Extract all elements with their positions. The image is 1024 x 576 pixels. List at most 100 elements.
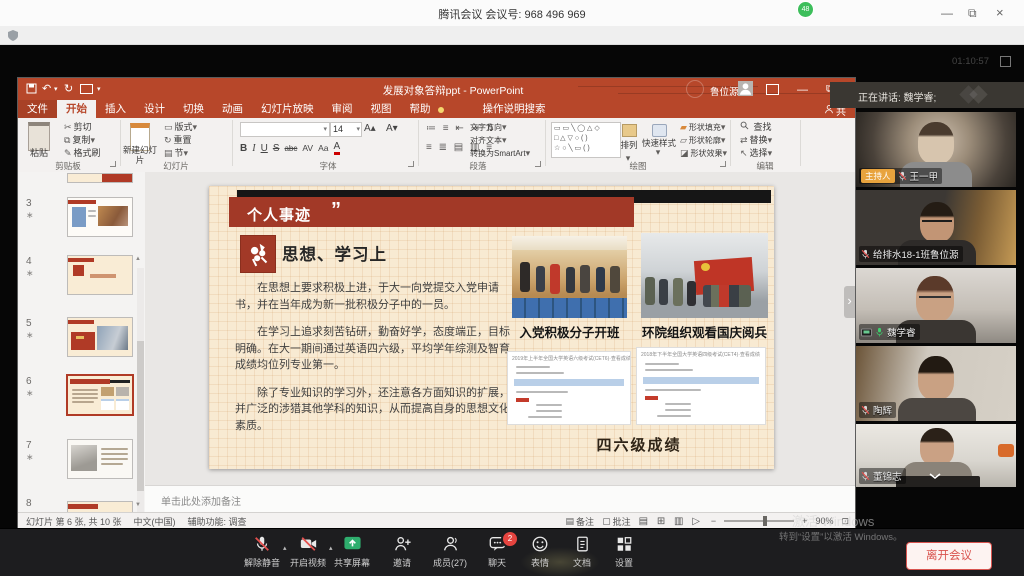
undo-dropdown-icon[interactable]: ▾: [54, 85, 58, 93]
sidebar-collapse-handle[interactable]: ›: [844, 286, 855, 318]
slide-5-thumbnail[interactable]: [68, 318, 132, 356]
format-painter-button[interactable]: ✎格式刷: [64, 147, 101, 160]
font-dialog-launcher[interactable]: [408, 161, 414, 167]
clear-formatting-button[interactable]: abc: [284, 144, 297, 153]
tab-slideshow[interactable]: 幻灯片放映: [252, 100, 323, 118]
underline-button[interactable]: U: [261, 143, 268, 154]
cut-button[interactable]: ✂剪切: [64, 121, 92, 134]
comments-toggle[interactable]: ▢批注: [602, 515, 631, 528]
tab-insert[interactable]: 插入: [96, 100, 135, 118]
slide-7-thumbnail[interactable]: [68, 440, 132, 478]
slide-6-thumbnail-selected[interactable]: [68, 376, 132, 414]
ribbon-display-options-icon[interactable]: [766, 84, 779, 95]
video-tile-participant-1[interactable]: 主持人 王一甲: [856, 112, 1016, 187]
slide-2-thumbnail-partial[interactable]: [68, 174, 132, 182]
shrink-font-icon[interactable]: A▾: [386, 123, 398, 134]
tellme-search[interactable]: 操作说明搜索: [474, 100, 555, 118]
tab-review[interactable]: 审阅: [323, 100, 362, 118]
zoom-slider-thumb[interactable]: [763, 516, 767, 526]
thumb-decoration: [68, 504, 98, 509]
paste-button[interactable]: 粘贴: [22, 147, 56, 160]
tab-file[interactable]: 文件: [18, 100, 57, 118]
notes-toggle[interactable]: ▤备注: [566, 515, 595, 528]
scroll-up-icon[interactable]: ▲: [135, 256, 141, 262]
clipboard-dialog-launcher[interactable]: [110, 161, 116, 167]
scroll-down-icon[interactable]: ▼: [135, 502, 141, 508]
italic-button[interactable]: I: [252, 143, 255, 154]
qat-customize-icon[interactable]: ▾: [97, 85, 101, 93]
leave-meeting-button[interactable]: 离开会议: [906, 542, 992, 570]
tab-animations[interactable]: 动画: [213, 100, 252, 118]
shape-effects-button[interactable]: ◪形状效果▾: [680, 147, 729, 160]
account-name[interactable]: 鲁位源: [710, 84, 739, 98]
score-blue-band: [514, 379, 624, 386]
bold-button[interactable]: B: [240, 143, 247, 154]
slide-6-canvas[interactable]: 个人事迹 ” 思想、学习上 在思想上要求积极上进，于大一向党提交入党申请书，并在…: [209, 186, 774, 469]
thumb-decoration: [102, 174, 132, 182]
redo-icon[interactable]: ↻: [64, 82, 73, 95]
change-case-button[interactable]: Aa: [318, 143, 328, 153]
thumb-text-line: [101, 448, 128, 450]
grow-font-icon[interactable]: A▴: [364, 123, 376, 134]
tab-design[interactable]: 设计: [135, 100, 174, 118]
convert-smartart-button[interactable]: 转换为SmartArt▾: [470, 147, 532, 160]
section-button[interactable]: ▤节▾: [164, 147, 190, 160]
thumb-card: [116, 399, 129, 410]
strikethrough-button[interactable]: S: [273, 143, 280, 154]
replace-button[interactable]: ⇄替换▾: [740, 134, 774, 147]
font-name-combo[interactable]: ▾: [240, 122, 330, 137]
unmute-button[interactable]: 解除静音: [236, 535, 288, 569]
notes-placeholder[interactable]: 单击此处添加备注: [161, 493, 241, 508]
quick-styles-button[interactable]: 快速样式▾: [642, 139, 676, 157]
select-button[interactable]: ↖选择▾: [740, 147, 774, 160]
layout-button[interactable]: ▭版式▾: [164, 121, 199, 134]
window-maximize-icon[interactable]: ⧉: [968, 7, 977, 19]
ppt-minimize-icon[interactable]: —: [797, 84, 808, 96]
drawing-dialog-launcher[interactable]: [720, 161, 726, 167]
copy-button[interactable]: ⧉复制▾: [64, 134, 97, 147]
slide-4-thumbnail[interactable]: [68, 256, 132, 294]
shape-fill-button[interactable]: ▰形状填充▾: [680, 121, 727, 134]
fullscreen-icon[interactable]: [1000, 56, 1011, 67]
slide-3-thumbnail[interactable]: [68, 198, 132, 236]
character-spacing-button[interactable]: AV: [302, 143, 313, 153]
accessibility-status[interactable]: 辅助功能: 调查: [188, 515, 247, 528]
shapes-gallery[interactable]: ▭ ▭ ╲ ◯ △ ◇ □ △ ▽ ○ ( ) ☆ ○ ╲ ▭ ( ): [551, 122, 621, 158]
screen: 腾讯会议 会议号: 968 496 969 — ⧉ × 48 01:10:57 …: [0, 0, 1024, 576]
video-tile-participant-4[interactable]: 陶辉: [856, 346, 1016, 421]
tab-view[interactable]: 视图: [362, 100, 401, 118]
window-minimize-icon[interactable]: —: [941, 7, 953, 19]
font-color-button[interactable]: A: [334, 141, 341, 155]
save-icon[interactable]: [26, 83, 37, 94]
share-screen-button[interactable]: 共享屏幕: [326, 535, 378, 569]
paragraph-dialog-launcher[interactable]: [535, 161, 541, 167]
thumbnail-scrollbar-thumb[interactable]: [137, 341, 144, 491]
notification-badge[interactable]: 48: [797, 1, 814, 18]
settings-button[interactable]: 设置: [598, 535, 650, 569]
undo-icon[interactable]: ↶: [42, 82, 51, 95]
font-size-combo[interactable]: 14▾: [330, 122, 362, 137]
tab-help[interactable]: 帮助: [401, 100, 440, 118]
invite-button[interactable]: 邀请: [376, 535, 428, 569]
start-slideshow-icon[interactable]: [80, 84, 93, 94]
avatar[interactable]: [738, 81, 753, 96]
shape-outline-button[interactable]: ▱形状轮廓▾: [680, 134, 727, 147]
notes-pane[interactable]: 单击此处添加备注: [145, 485, 855, 513]
video-tile-participant-3[interactable]: 魏学睿: [856, 268, 1016, 343]
video-tile-participant-5[interactable]: 董锦志: [856, 424, 1016, 487]
slide-8-thumbnail-partial[interactable]: [68, 502, 132, 512]
text-direction-button[interactable]: 文字方向▾: [470, 121, 509, 134]
expand-chevron-down-icon[interactable]: [928, 472, 942, 480]
video-tile-participant-2[interactable]: 给排水18-1班鲁位源: [856, 190, 1016, 265]
reset-button[interactable]: ↻重置: [164, 134, 192, 147]
find-button[interactable]: 查找: [740, 121, 772, 134]
zoom-out-icon[interactable]: −: [711, 516, 716, 526]
window-close-icon[interactable]: ×: [996, 6, 1004, 19]
tab-home[interactable]: 开始: [57, 100, 96, 118]
zoom-slider[interactable]: [724, 520, 794, 522]
language-indicator[interactable]: 中文(中国): [134, 515, 176, 528]
tab-transitions[interactable]: 切换: [174, 100, 213, 118]
view-switcher-icons[interactable]: ▤ ⊞ ▥ ▷: [639, 516, 703, 527]
align-text-button[interactable]: 对齐文本▾: [470, 134, 509, 147]
members-button[interactable]: 成员(27): [424, 535, 476, 569]
